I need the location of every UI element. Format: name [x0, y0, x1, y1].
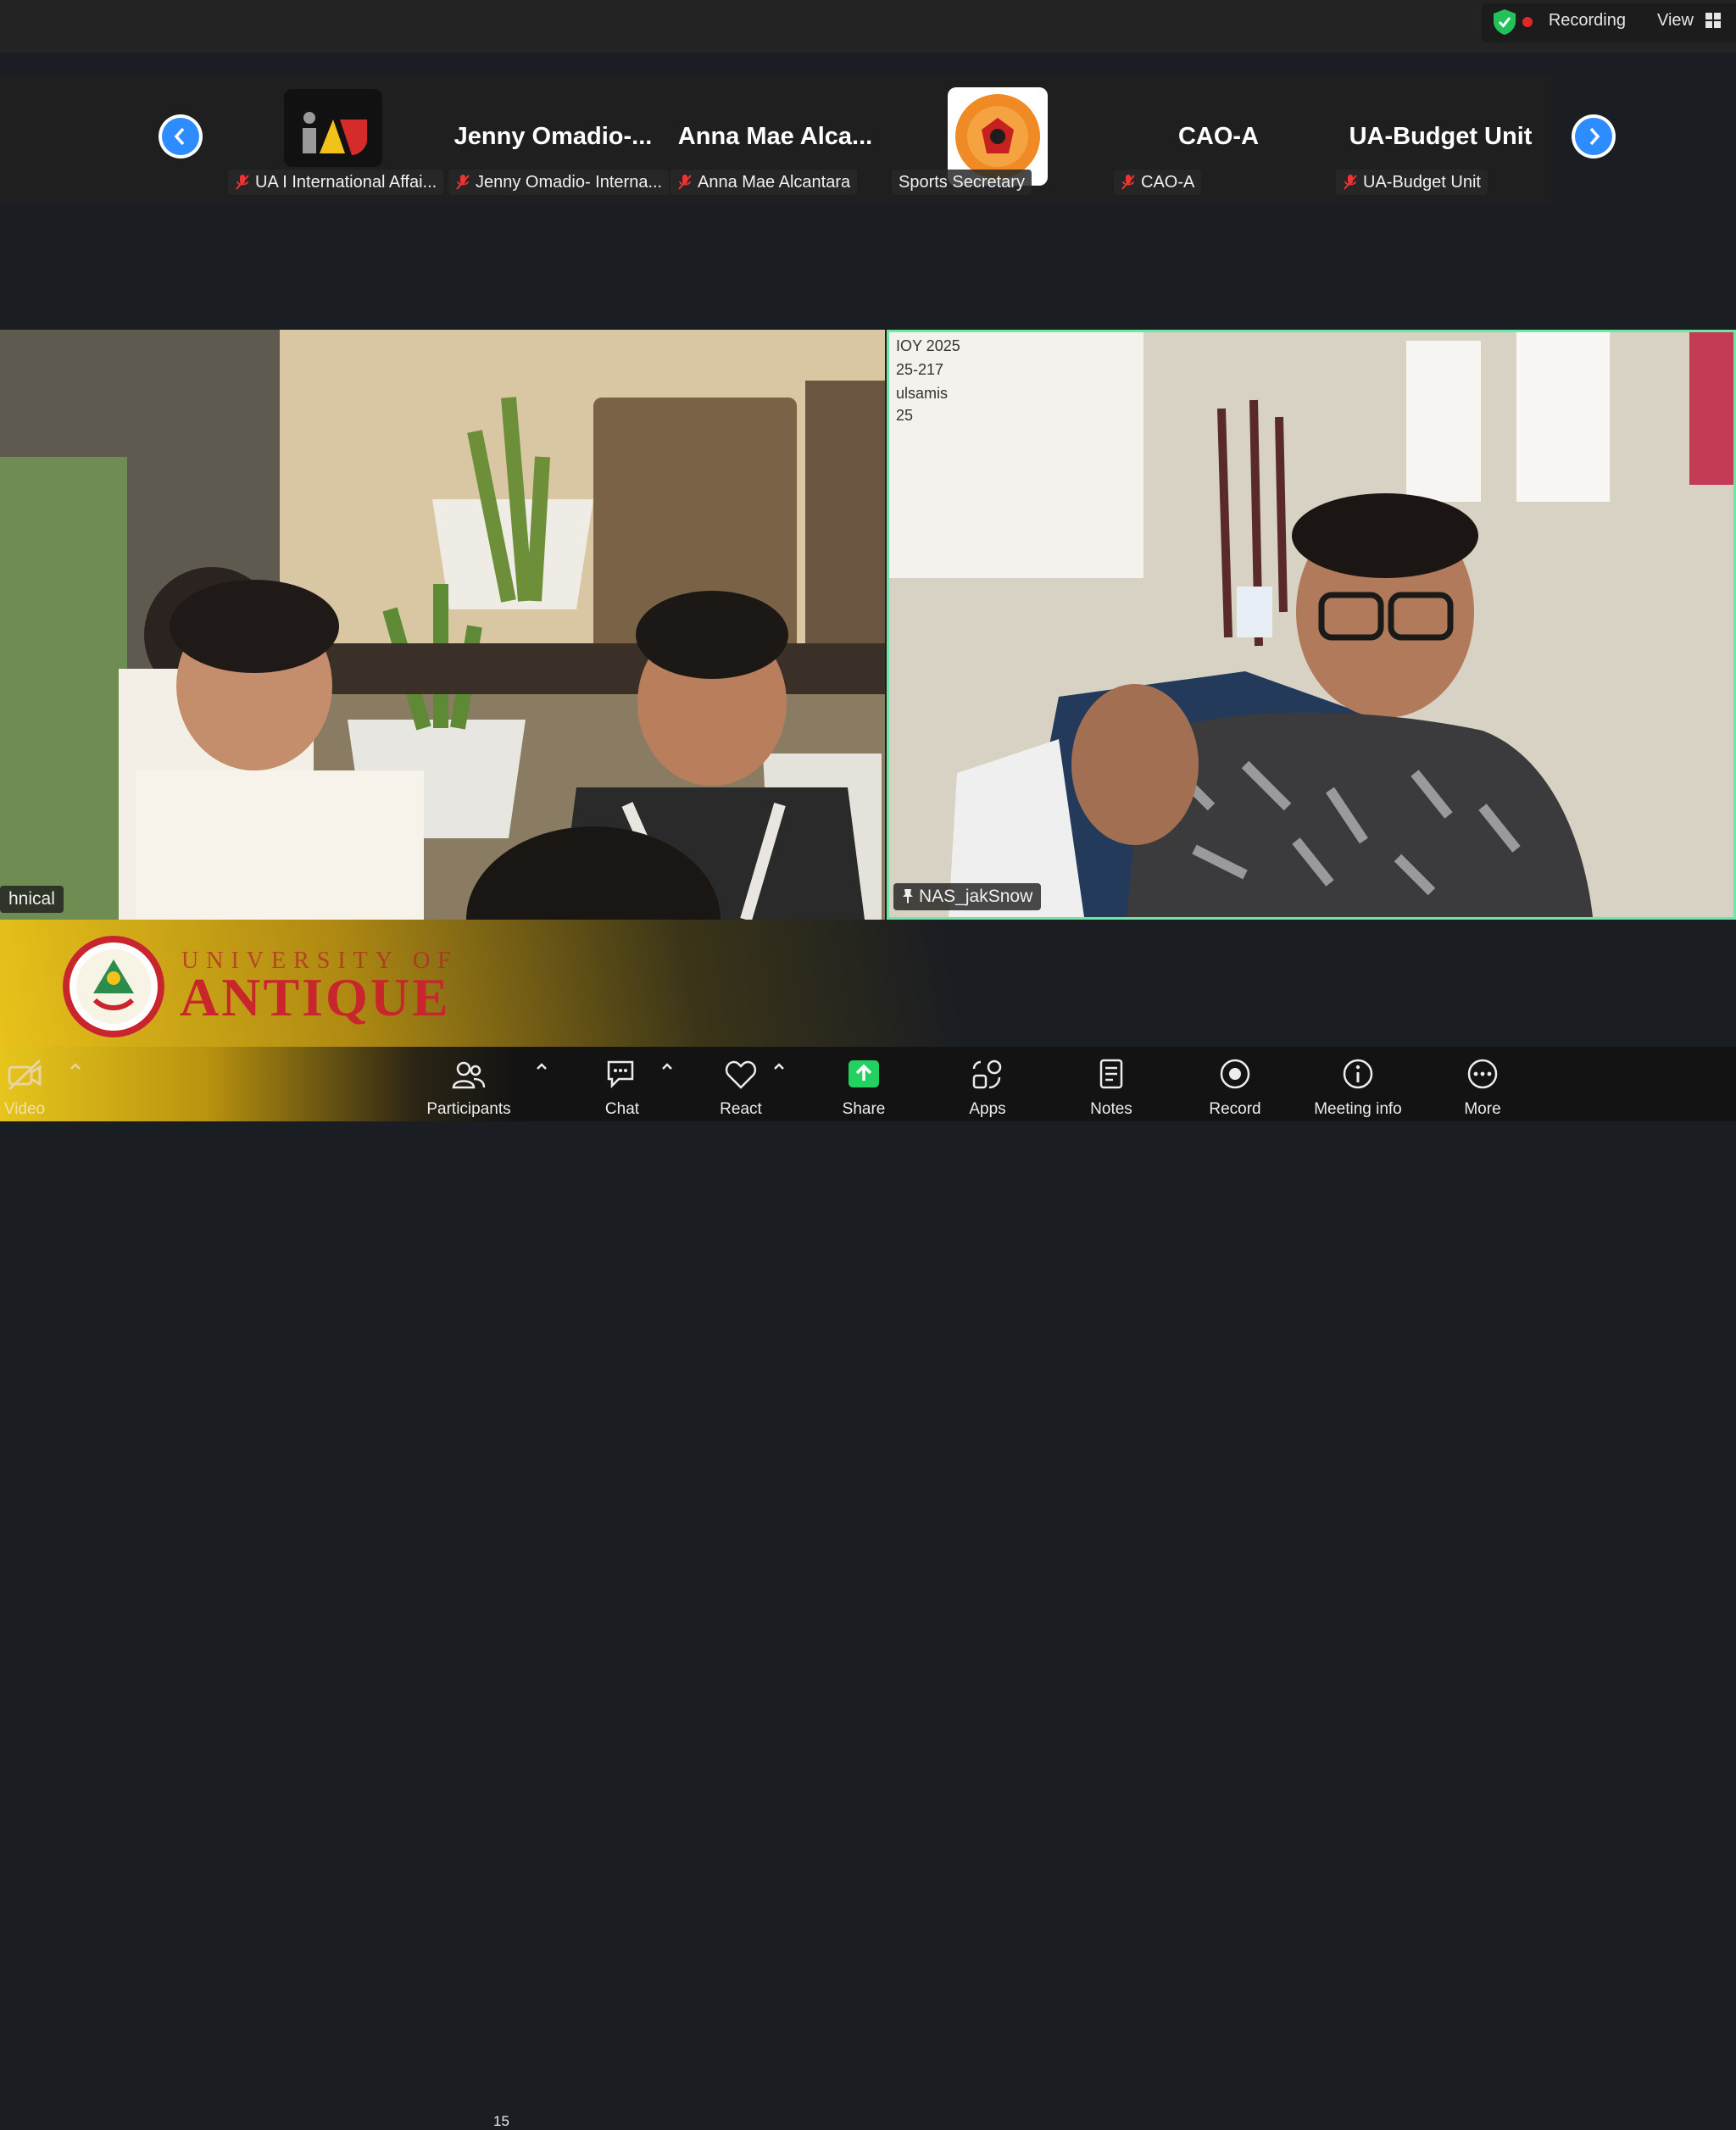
chevron-right-icon [1589, 127, 1600, 146]
svg-text:25: 25 [896, 407, 913, 424]
ua-international-logo [284, 89, 382, 167]
participant-tile[interactable]: Jenny Omadio-... Jenny Omadio- Interna..… [445, 81, 670, 199]
svg-text:25-217: 25-217 [896, 361, 943, 378]
apps-button[interactable]: Apps [951, 1047, 1024, 1121]
react-button[interactable]: React [705, 1047, 776, 1121]
video-off-icon [8, 1059, 42, 1091]
participant-display-name: CAO-A [1177, 123, 1260, 150]
participant-tile[interactable]: CAO-A CAO-A [1110, 81, 1327, 199]
participants-icon [452, 1061, 486, 1089]
notes-button[interactable]: Notes [1075, 1047, 1148, 1121]
info-icon [1343, 1059, 1373, 1089]
meeting-toolbar: Video Participants 15 Chat React Share A… [0, 1047, 1736, 2129]
video-options-caret-icon[interactable] [70, 1062, 81, 1071]
participant-tile[interactable]: Sports Secretary [888, 81, 1104, 199]
pin-icon [903, 889, 913, 904]
top-status-bar: Recording View [0, 0, 1736, 53]
more-button[interactable]: More [1446, 1047, 1519, 1121]
participant-label: CAO-A [1114, 170, 1202, 195]
video-name-label: NAS_jakSnow [893, 883, 1042, 910]
prev-page-button[interactable] [159, 114, 203, 158]
chevron-left-icon [174, 127, 185, 146]
apps-icon [972, 1059, 1002, 1089]
video-name-label: hnical [0, 886, 64, 913]
mic-muted-icon [456, 175, 470, 190]
grid-view-icon[interactable] [1705, 13, 1721, 28]
recording-dot-icon [1522, 17, 1533, 27]
record-icon [1220, 1059, 1250, 1089]
mic-muted-icon [678, 175, 692, 190]
participants-button[interactable]: Participants [422, 1047, 515, 1121]
participant-label: UA-Budget Unit [1336, 170, 1488, 195]
chat-button[interactable]: Chat [590, 1047, 654, 1121]
participant-display-name: Anna Mae Alca... [677, 123, 873, 150]
more-icon [1467, 1059, 1498, 1089]
participant-tile[interactable]: UA-Budget Unit UA-Budget Unit [1333, 81, 1549, 199]
participants-count: 15 [493, 2113, 509, 2129]
mic-muted-icon [236, 175, 249, 190]
react-options-caret-icon[interactable] [773, 1062, 785, 1071]
record-button[interactable]: Record [1197, 1047, 1273, 1121]
view-button[interactable]: View [1657, 11, 1694, 31]
mic-muted-icon [1344, 175, 1357, 190]
video-feed-speaker: IOY 2025 25-217 ulsamis 25 [889, 332, 1733, 917]
encryption-shield-icon[interactable] [1492, 8, 1517, 36]
recording-status[interactable]: Recording [1549, 11, 1626, 31]
participant-label: Jenny Omadio- Interna... [448, 170, 670, 195]
participant-label: Anna Mae Alcantara [670, 170, 858, 195]
participant-tile[interactable]: Anna Mae Alca... Anna Mae Alcantara [667, 81, 883, 199]
share-screen-icon [849, 1060, 879, 1087]
meeting-info-button[interactable]: Meeting info [1299, 1047, 1417, 1121]
chat-icon [607, 1060, 634, 1089]
participant-label: Sports Secretary [892, 170, 1032, 195]
share-button[interactable]: Share [827, 1047, 900, 1121]
university-seal-logo [63, 936, 164, 1037]
video-tile-left[interactable]: hnical [0, 330, 885, 920]
participants-options-caret-icon[interactable] [536, 1062, 548, 1071]
participant-display-name: UA-Budget Unit [1349, 123, 1533, 150]
participant-display-name: Jenny Omadio-... [453, 123, 653, 150]
participant-label: UA I International Affai... [228, 170, 444, 195]
svg-text:ulsamis: ulsamis [896, 385, 948, 402]
chat-options-caret-icon[interactable] [661, 1062, 673, 1071]
video-button[interactable]: Video [0, 1047, 49, 1121]
video-tile-active-speaker[interactable]: IOY 2025 25-217 ulsamis 25 NAS_jakSnow [887, 330, 1736, 920]
notes-icon [1099, 1059, 1123, 1089]
next-page-button[interactable] [1572, 114, 1616, 158]
svg-text:IOY 2025: IOY 2025 [896, 337, 960, 354]
heart-icon [725, 1060, 757, 1089]
university-label: ANTIQUE [180, 967, 451, 1027]
participant-tile[interactable]: UA I International Affai... [225, 81, 444, 199]
video-feed-classroom [0, 330, 885, 920]
mic-muted-icon [1121, 175, 1135, 190]
